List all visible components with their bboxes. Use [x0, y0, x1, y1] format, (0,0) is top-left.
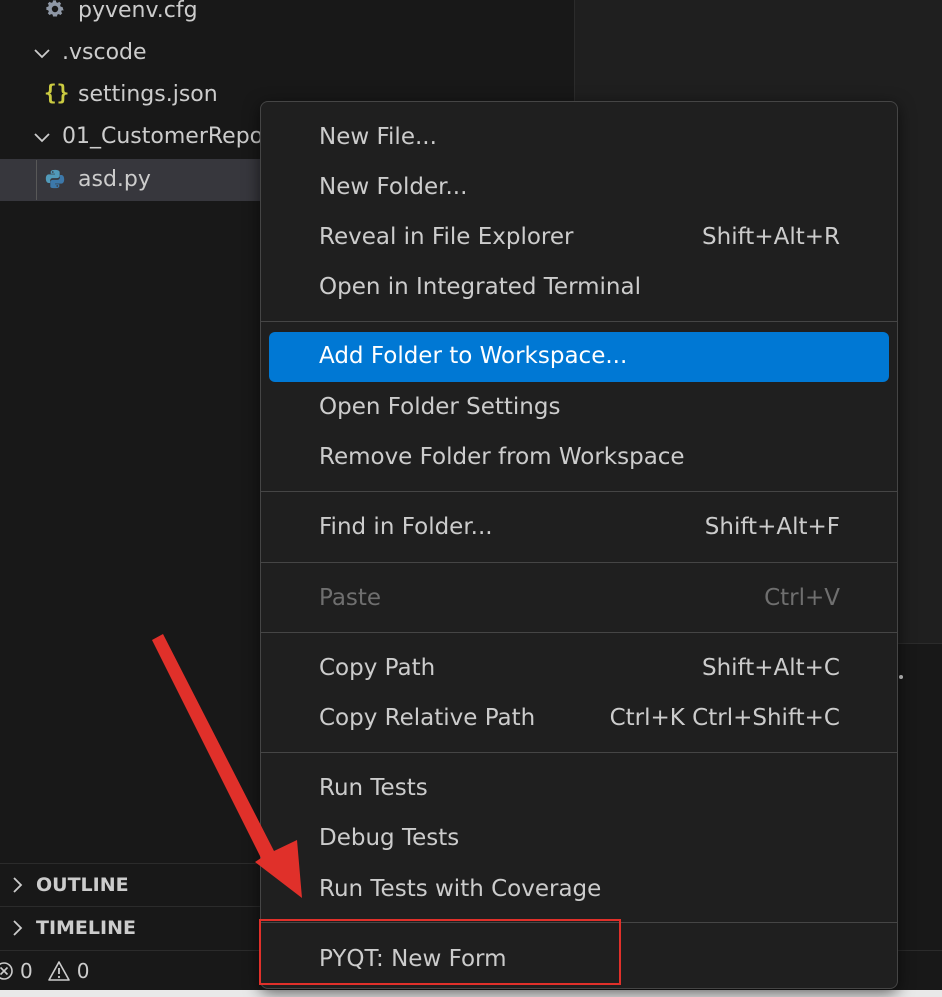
menu-item-shortcut: Ctrl+K Ctrl+Shift+C: [609, 705, 840, 731]
menu-item-find-in-folder[interactable]: Find in Folder... Shift+Alt+F: [269, 504, 889, 552]
menu-item-label: Copy Path: [319, 655, 436, 681]
menu-item-open-folder-settings[interactable]: Open Folder Settings: [269, 384, 889, 432]
section-label: OUTLINE: [36, 874, 129, 896]
section-timeline[interactable]: TIMELINE: [0, 906, 260, 949]
menu-item-new-folder[interactable]: New Folder...: [269, 164, 889, 212]
menu-item-label: New Folder...: [319, 174, 468, 200]
tree-item-label: pyvenv.cfg: [78, 0, 198, 23]
section-outline[interactable]: OUTLINE: [0, 863, 260, 906]
menu-item-label: Open in Integrated Terminal: [319, 274, 641, 300]
menu-separator: [261, 491, 897, 492]
menu-item-run-tests[interactable]: Run Tests: [269, 765, 889, 813]
menu-separator: [261, 752, 897, 753]
window-bottom-edge: [0, 990, 942, 997]
menu-separator: [261, 632, 897, 633]
panel-dot: [899, 675, 903, 679]
annotation-highlight-box: [259, 919, 621, 985]
chevron-down-icon: [32, 43, 52, 63]
menu-item-copy-path[interactable]: Copy Path Shift+Alt+C: [269, 645, 889, 693]
chevron-right-icon: [8, 918, 26, 938]
tree-item-label: 01_CustomerRepo: [62, 124, 264, 149]
menu-item-label: Run Tests with Coverage: [319, 876, 602, 902]
error-count: 0: [20, 959, 33, 983]
python-icon: [44, 168, 66, 196]
menu-item-remove-folder-from-workspace[interactable]: Remove Folder from Workspace: [269, 434, 889, 482]
menu-separator: [261, 321, 897, 322]
problems-indicator[interactable]: 0 0: [0, 959, 89, 983]
tree-folder-vscode[interactable]: .vscode: [0, 32, 574, 74]
json-braces-icon: {}: [44, 81, 70, 105]
menu-item-shortcut: Shift+Alt+R: [702, 224, 840, 250]
tree-item-label: asd.py: [78, 167, 151, 192]
menu-item-label: New File...: [319, 124, 437, 150]
menu-item-label: Reveal in File Explorer: [319, 224, 574, 250]
tree-item-label: .vscode: [62, 40, 147, 65]
menu-separator: [261, 562, 897, 563]
indent-guide: [36, 160, 37, 200]
menu-item-paste: Paste Ctrl+V: [269, 575, 889, 623]
warning-icon: [47, 960, 71, 982]
menu-item-shortcut: Shift+Alt+F: [704, 514, 840, 540]
chevron-right-icon: [8, 875, 26, 895]
menu-item-open-in-integrated-terminal[interactable]: Open in Integrated Terminal: [269, 264, 889, 312]
chevron-down-icon: [32, 127, 52, 147]
menu-item-label: Add Folder to Workspace...: [319, 343, 628, 369]
menu-item-label: Remove Folder from Workspace: [319, 444, 685, 470]
gear-icon: [44, 0, 66, 26]
menu-item-label: Find in Folder...: [319, 514, 493, 540]
menu-item-label: Run Tests: [319, 775, 428, 801]
menu-item-reveal-in-file-explorer[interactable]: Reveal in File Explorer Shift+Alt+R: [269, 214, 889, 262]
menu-item-label: Open Folder Settings: [319, 394, 561, 420]
menu-item-label: Paste: [319, 585, 382, 611]
menu-item-new-file[interactable]: New File...: [269, 114, 889, 162]
warning-count: 0: [76, 959, 90, 983]
menu-item-add-folder-to-workspace[interactable]: Add Folder to Workspace...: [269, 332, 889, 382]
section-label: TIMELINE: [36, 917, 136, 939]
menu-item-label: Debug Tests: [319, 825, 460, 851]
context-menu: New File... New Folder... Reveal in File…: [260, 101, 898, 989]
menu-item-run-tests-with-coverage[interactable]: Run Tests with Coverage: [269, 866, 889, 914]
menu-item-copy-relative-path[interactable]: Copy Relative Path Ctrl+K Ctrl+Shift+C: [269, 695, 889, 743]
error-icon: [0, 961, 14, 981]
menu-item-shortcut: Ctrl+V: [764, 585, 840, 611]
menu-item-label: Copy Relative Path: [319, 705, 536, 731]
tree-item-pyvenv-cfg[interactable]: pyvenv.cfg: [0, 0, 574, 32]
menu-item-shortcut: Shift+Alt+C: [701, 655, 840, 681]
menu-item-debug-tests[interactable]: Debug Tests: [269, 815, 889, 863]
tree-item-label: settings.json: [78, 82, 218, 107]
